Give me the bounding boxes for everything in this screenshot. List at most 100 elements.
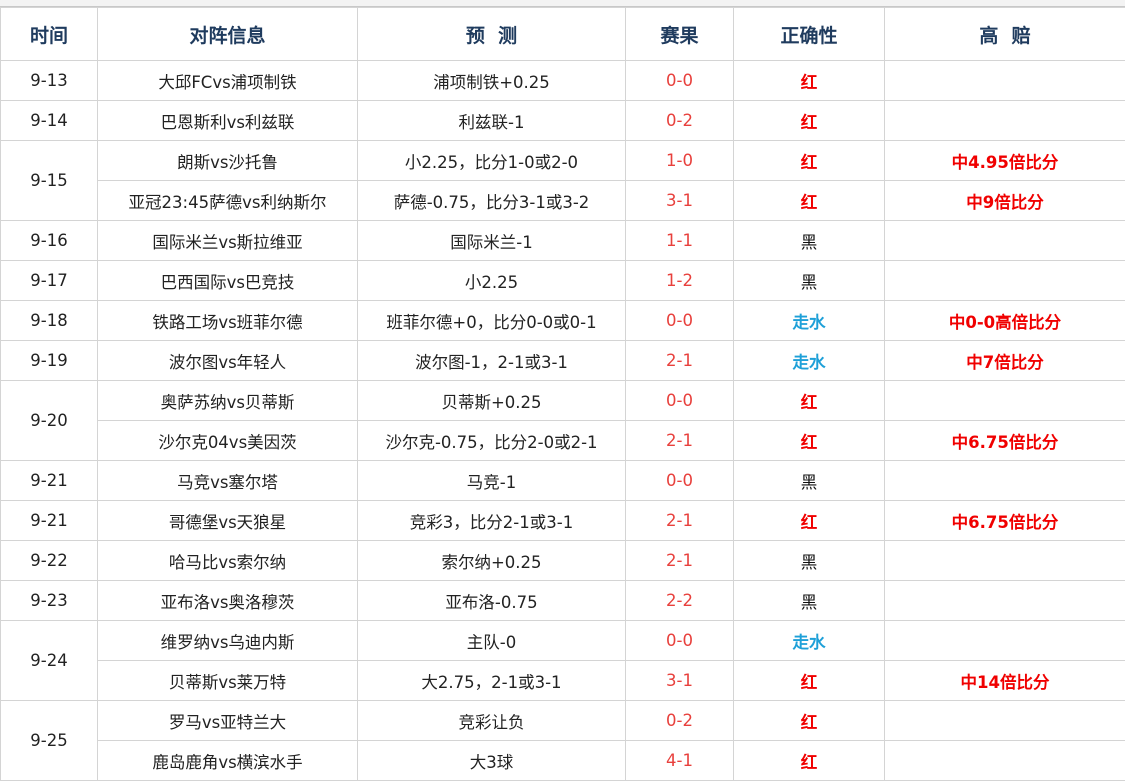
header-correctness: 正确性 (733, 7, 885, 61)
odds-cell (884, 700, 1125, 741)
match-cell: 波尔图vs年轻人 (97, 340, 358, 381)
match-cell: 巴西国际vs巴竞技 (97, 260, 358, 301)
table-row: 9-22 哈马比vs索尔纳 索尔纳+0.25 2-1 黑 (0, 540, 1125, 581)
result-cell: 走水 (733, 300, 885, 341)
score-cell: 2-1 (625, 500, 734, 541)
result-cell: 红 (733, 100, 885, 141)
match-cell: 哈马比vs索尔纳 (97, 540, 358, 581)
score-cell: 0-0 (625, 60, 734, 101)
odds-cell (884, 460, 1125, 501)
table-body: 9-13 大邱FCvs浦项制铁 浦项制铁+0.25 0-0 红 9-14 巴恩斯利vs利兹联… (0, 60, 1125, 781)
odds-cell (884, 540, 1125, 581)
match-cell: 巴恩斯利vs利兹联 (97, 100, 358, 141)
match-cell: 大邱FCvs浦项制铁 (97, 60, 358, 101)
odds-cell (884, 260, 1125, 301)
result-cell: 红 (733, 660, 885, 701)
result-cell: 红 (733, 60, 885, 101)
prediction-cell: 索尔纳+0.25 (357, 540, 626, 581)
odds-cell: 中9倍比分 (884, 180, 1125, 221)
table-row: 9-14 巴恩斯利vs利兹联 利兹联-1 0-2 红 (0, 100, 1125, 141)
date-cell: 9-20 (0, 380, 98, 461)
table-row: 贝蒂斯vs莱万特 大2.75，2-1或3-1 3-1 红中14倍比分 (1, 660, 1125, 701)
score-cell: 0-0 (625, 380, 734, 421)
result-cell: 黑 (733, 540, 885, 581)
date-cell: 9-22 (0, 540, 98, 581)
odds-cell: 中6.75倍比分 (884, 420, 1125, 461)
prediction-cell: 竞彩3，比分2-1或3-1 (357, 500, 626, 541)
odds-cell (884, 100, 1125, 141)
result-cell: 红 (733, 700, 885, 741)
odds-cell (884, 580, 1125, 621)
result-cell: 走水 (733, 340, 885, 381)
result-cell: 红 (733, 140, 885, 181)
match-cell: 维罗纳vs乌迪内斯 (97, 620, 358, 661)
match-cell: 罗马vs亚特兰大 (97, 700, 358, 741)
odds-cell: 中4.95倍比分 (884, 140, 1125, 181)
table-row: 9-21 马竞vs塞尔塔 马竞-1 0-0 黑 (0, 460, 1125, 501)
score-cell: 3-1 (625, 660, 734, 701)
date-cell: 9-23 (0, 580, 98, 621)
score-cell: 4-1 (625, 740, 734, 781)
prediction-table: 时间 对阵信息 预 测 赛果 正确性 高 赔 9-13 大邱FCvs浦项制铁 浦项制… (0, 7, 1125, 781)
table-row: 9-19 波尔图vs年轻人 波尔图-1，2-1或3-1 2-1 走水 中7倍比分 (0, 340, 1125, 381)
result-cell: 黑 (733, 260, 885, 301)
match-cell: 贝蒂斯vs莱万特 (97, 660, 358, 701)
score-cell: 0-0 (625, 460, 734, 501)
score-cell: 2-1 (625, 540, 734, 581)
table-row: 9-16 国际米兰vs斯拉维亚 国际米兰-1 1-1 黑 (0, 220, 1125, 261)
match-cell: 鹿岛鹿角vs横滨水手 (97, 740, 358, 781)
match-cell: 哥德堡vs天狼星 (97, 500, 358, 541)
odds-cell: 中7倍比分 (884, 340, 1125, 381)
date-cell: 9-24 (0, 620, 98, 701)
match-cell: 亚冠23:45萨德vs利纳斯尔 (97, 180, 358, 221)
table-row: 9-13 大邱FCvs浦项制铁 浦项制铁+0.25 0-0 红 (0, 60, 1125, 101)
prediction-cell: 亚布洛-0.75 (357, 580, 626, 621)
match-cell: 亚布洛vs奥洛穆茨 (97, 580, 358, 621)
date-cell: 9-13 (0, 60, 98, 101)
header-row: 时间 对阵信息 预 测 赛果 正确性 高 赔 (0, 7, 1125, 61)
prediction-cell: 大2.75，2-1或3-1 (357, 660, 626, 701)
table-row: 亚冠23:45萨德vs利纳斯尔 萨德-0.75，比分3-1或3-2 3-1 红中9倍比… (1, 180, 1125, 221)
prediction-cell: 利兹联-1 (357, 100, 626, 141)
prediction-cell: 萨德-0.75，比分3-1或3-2 (357, 180, 626, 221)
result-cell: 红 (733, 380, 885, 421)
table-row: 9-21 哥德堡vs天狼星 竞彩3，比分2-1或3-1 2-1 红中6.75倍比分 (0, 500, 1125, 541)
date-cell: 9-16 (0, 220, 98, 261)
prediction-cell: 浦项制铁+0.25 (357, 60, 626, 101)
score-cell: 0-2 (625, 100, 734, 141)
result-cell: 红 (733, 740, 885, 781)
table-row: 9-23 亚布洛vs奥洛穆茨 亚布洛-0.75 2-2 黑 (0, 580, 1125, 621)
header-match: 对阵信息 (97, 7, 358, 61)
prediction-cell: 沙尔克-0.75，比分2-0或2-1 (357, 420, 626, 461)
date-cell: 9-18 (0, 300, 98, 341)
table-row: 9-17 巴西国际vs巴竞技 小2.25 1-2 黑 (0, 260, 1125, 301)
header-odds: 高 赔 (884, 7, 1125, 61)
result-cell: 黑 (733, 580, 885, 621)
header-date: 时间 (0, 7, 98, 61)
result-cell: 红 (733, 180, 885, 221)
score-cell: 1-1 (625, 220, 734, 261)
prediction-cell: 波尔图-1，2-1或3-1 (357, 340, 626, 381)
odds-cell: 中6.75倍比分 (884, 500, 1125, 541)
result-cell: 黑 (733, 460, 885, 501)
prediction-cell: 贝蒂斯+0.25 (357, 380, 626, 421)
table-row: 鹿岛鹿角vs横滨水手 大3球 4-1 红 (1, 740, 1125, 781)
prediction-cell: 小2.25，比分1-0或2-0 (357, 140, 626, 181)
header-prediction: 预 测 (357, 7, 626, 61)
match-cell: 国际米兰vs斯拉维亚 (97, 220, 358, 261)
result-cell: 黑 (733, 220, 885, 261)
date-cell: 9-17 (0, 260, 98, 301)
odds-cell (884, 380, 1125, 421)
prediction-cell: 马竞-1 (357, 460, 626, 501)
odds-cell: 中0-0高倍比分 (884, 300, 1125, 341)
score-cell: 2-2 (625, 580, 734, 621)
odds-cell (884, 60, 1125, 101)
match-cell: 奥萨苏纳vs贝蒂斯 (97, 380, 358, 421)
date-cell: 9-15 (0, 140, 98, 221)
score-cell: 0-2 (625, 700, 734, 741)
result-cell: 走水 (733, 620, 885, 661)
score-cell: 1-0 (625, 140, 734, 181)
score-cell: 3-1 (625, 180, 734, 221)
spreadsheet-header-strip (0, 0, 1125, 7)
score-cell: 0-0 (625, 620, 734, 661)
